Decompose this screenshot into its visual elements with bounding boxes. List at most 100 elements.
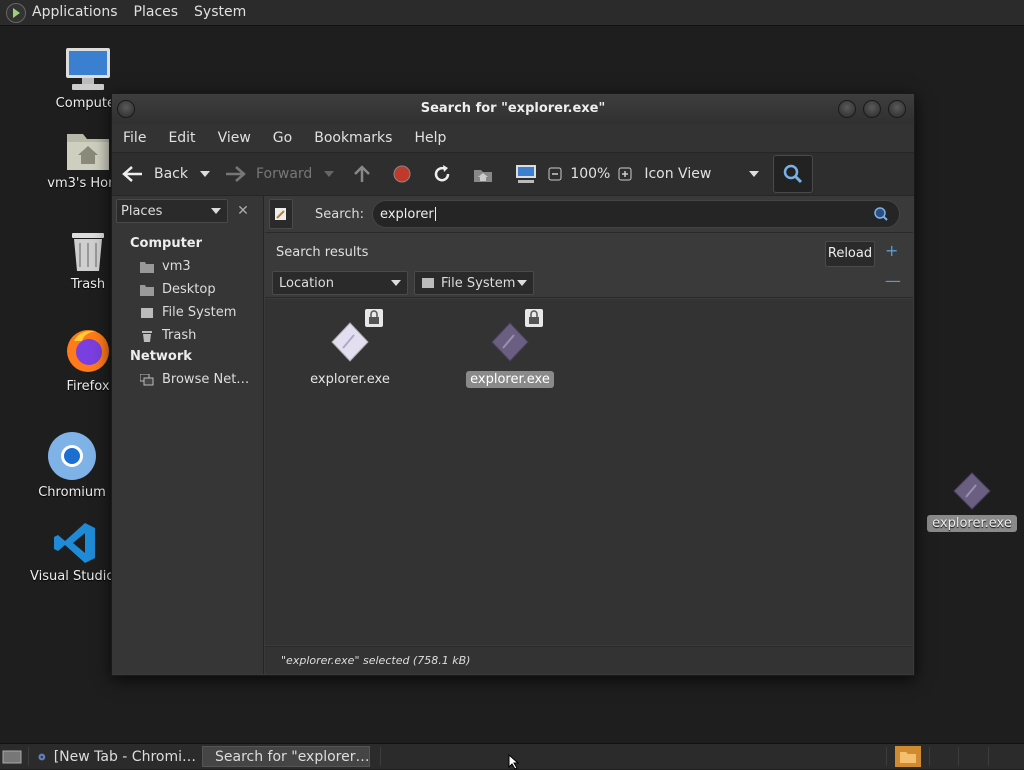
- zoom-out-button[interactable]: [548, 167, 562, 181]
- desktop-file-explorer-exe[interactable]: explorer.exe: [927, 471, 1017, 532]
- menu-help[interactable]: Help: [403, 130, 457, 146]
- maximize-button[interactable]: [863, 100, 881, 118]
- file-icon-view[interactable]: explorer.exe explorer.exe: [265, 299, 913, 645]
- search-input-value: explorer: [380, 206, 434, 222]
- drive-icon: [141, 307, 153, 318]
- menu-bookmarks[interactable]: Bookmarks: [303, 130, 403, 146]
- chevron-down-icon: [749, 171, 760, 177]
- location-criterion-combo[interactable]: Location: [272, 271, 408, 295]
- sidebar-type-combo[interactable]: Places: [116, 199, 228, 223]
- sidebar-item-label: vm3: [162, 259, 191, 274]
- zoom-level[interactable]: 100%: [570, 166, 610, 182]
- file-item[interactable]: explorer.exe: [460, 321, 560, 388]
- toolbar: Back Forward 100% Icon View: [112, 152, 914, 196]
- search-icon[interactable]: [873, 206, 889, 222]
- file-item[interactable]: explorer.exe: [300, 321, 400, 388]
- stop-button[interactable]: [392, 164, 412, 184]
- reload-search-button[interactable]: Reload: [825, 241, 875, 267]
- sidebar-item-label: Browse Net…: [162, 372, 250, 387]
- window-titlebar[interactable]: Search for "explorer.exe": [112, 94, 914, 124]
- sidebar-item-browse-network[interactable]: Browse Net…: [112, 368, 263, 391]
- menu-view[interactable]: View: [207, 130, 262, 146]
- add-criterion-button[interactable]: +: [885, 241, 898, 260]
- computer-small-icon: [516, 165, 537, 183]
- minimize-button[interactable]: [838, 100, 856, 118]
- exe-file-icon: [331, 322, 369, 362]
- stop-icon: [393, 165, 411, 183]
- chevron-down-icon: [517, 280, 527, 286]
- back-button[interactable]: Back: [122, 165, 210, 183]
- trash-small-icon: [142, 330, 152, 342]
- back-label: Back: [154, 166, 188, 182]
- up-button[interactable]: [352, 164, 372, 184]
- home-icon: [474, 170, 493, 182]
- system-menu[interactable]: System: [186, 0, 254, 25]
- back-arrow-icon: [122, 166, 142, 182]
- firefox-icon: [67, 330, 109, 372]
- reload-button[interactable]: [432, 164, 452, 184]
- zoom-in-button[interactable]: [618, 167, 632, 181]
- sidebar-item-desktop[interactable]: Desktop: [112, 278, 263, 301]
- search-toggle-button[interactable]: [773, 155, 814, 193]
- chevron-down-icon: [211, 208, 221, 214]
- desktop-icon-vscode[interactable]: Visual Studio Code: [30, 521, 152, 584]
- sidebar-heading-network: Network: [130, 349, 192, 364]
- search-input[interactable]: explorer: [372, 200, 901, 228]
- sidebar-item-label: File System: [162, 305, 237, 320]
- bottom-panel: [New Tab - Chromi… Search for "explorer…: [0, 743, 1024, 770]
- sidebar-item-trash[interactable]: Trash: [112, 324, 263, 347]
- up-arrow-icon: [354, 165, 371, 182]
- drive-icon: [422, 278, 434, 288]
- home-button[interactable]: [472, 164, 494, 184]
- sidebar-item-label: Trash: [162, 328, 197, 343]
- desktop-folder-icon: [140, 284, 154, 296]
- distro-logo-icon: [6, 2, 26, 23]
- window-menu-button[interactable]: [117, 100, 135, 118]
- taskbar-item-search[interactable]: Search for "explorer…: [202, 746, 370, 767]
- menu-edit[interactable]: Edit: [157, 130, 206, 146]
- menu-go[interactable]: Go: [262, 130, 303, 146]
- taskbar-item-chromium[interactable]: [New Tab - Chromi…: [36, 746, 196, 767]
- desktop-icon-chromium[interactable]: Chromium: [27, 431, 117, 500]
- workspace-switcher[interactable]: [895, 746, 921, 767]
- file-manager-window: Search for "explorer.exe" File Edit View…: [111, 93, 915, 676]
- applications-menu[interactable]: Applications: [0, 0, 126, 25]
- places-menu[interactable]: Places: [126, 0, 187, 25]
- back-history-dropdown[interactable]: [200, 171, 210, 177]
- close-sidebar-button[interactable]: ✕: [233, 201, 253, 221]
- file-name: explorer.exe: [466, 371, 554, 388]
- window-title: Search for "explorer.exe": [420, 101, 606, 116]
- zoom-out-icon: [548, 167, 562, 181]
- forward-arrow-icon: [226, 166, 246, 182]
- taskbar-item-label: [New Tab - Chromi…: [53, 748, 196, 765]
- menu-file[interactable]: File: [112, 130, 157, 146]
- sidebar-item-vm3[interactable]: vm3: [112, 255, 263, 278]
- chromium-small-icon: [38, 753, 46, 760]
- zoom-in-icon: [618, 167, 632, 181]
- forward-button[interactable]: Forward: [224, 165, 335, 183]
- toggle-location-entry-button[interactable]: [269, 199, 293, 229]
- show-desktop-button[interactable]: [2, 746, 24, 767]
- vscode-icon: [54, 523, 95, 563]
- computer-icon: [66, 48, 110, 90]
- computer-button[interactable]: [514, 164, 538, 184]
- workspace-icon: [900, 751, 916, 763]
- home-folder-icon: [67, 134, 109, 170]
- desktop-icon-label: Visual Studio Code: [30, 569, 152, 584]
- location-criterion-label: Location: [279, 275, 334, 291]
- remove-criterion-button[interactable]: —: [885, 271, 901, 290]
- main-pane: Search: explorer Search results Reload +…: [265, 196, 913, 674]
- top-panel: Applications Places System: [0, 0, 1024, 26]
- sidebar-heading-computer: Computer: [130, 236, 203, 251]
- status-bar: "explorer.exe" selected (758.1 kB): [265, 646, 913, 674]
- trash-icon: [72, 233, 104, 271]
- forward-history-dropdown[interactable]: [324, 171, 335, 177]
- taskbar-item-label: Search for "explorer…: [215, 748, 370, 765]
- view-mode-combo[interactable]: Icon View: [644, 166, 760, 182]
- desktop-file-label: explorer.exe: [927, 515, 1017, 532]
- location-value-combo[interactable]: File System: [414, 271, 534, 295]
- close-button[interactable]: [888, 100, 906, 118]
- exe-file-icon: [491, 322, 529, 362]
- sidebar-item-file-system[interactable]: File System: [112, 301, 263, 324]
- lock-icon: [365, 309, 383, 327]
